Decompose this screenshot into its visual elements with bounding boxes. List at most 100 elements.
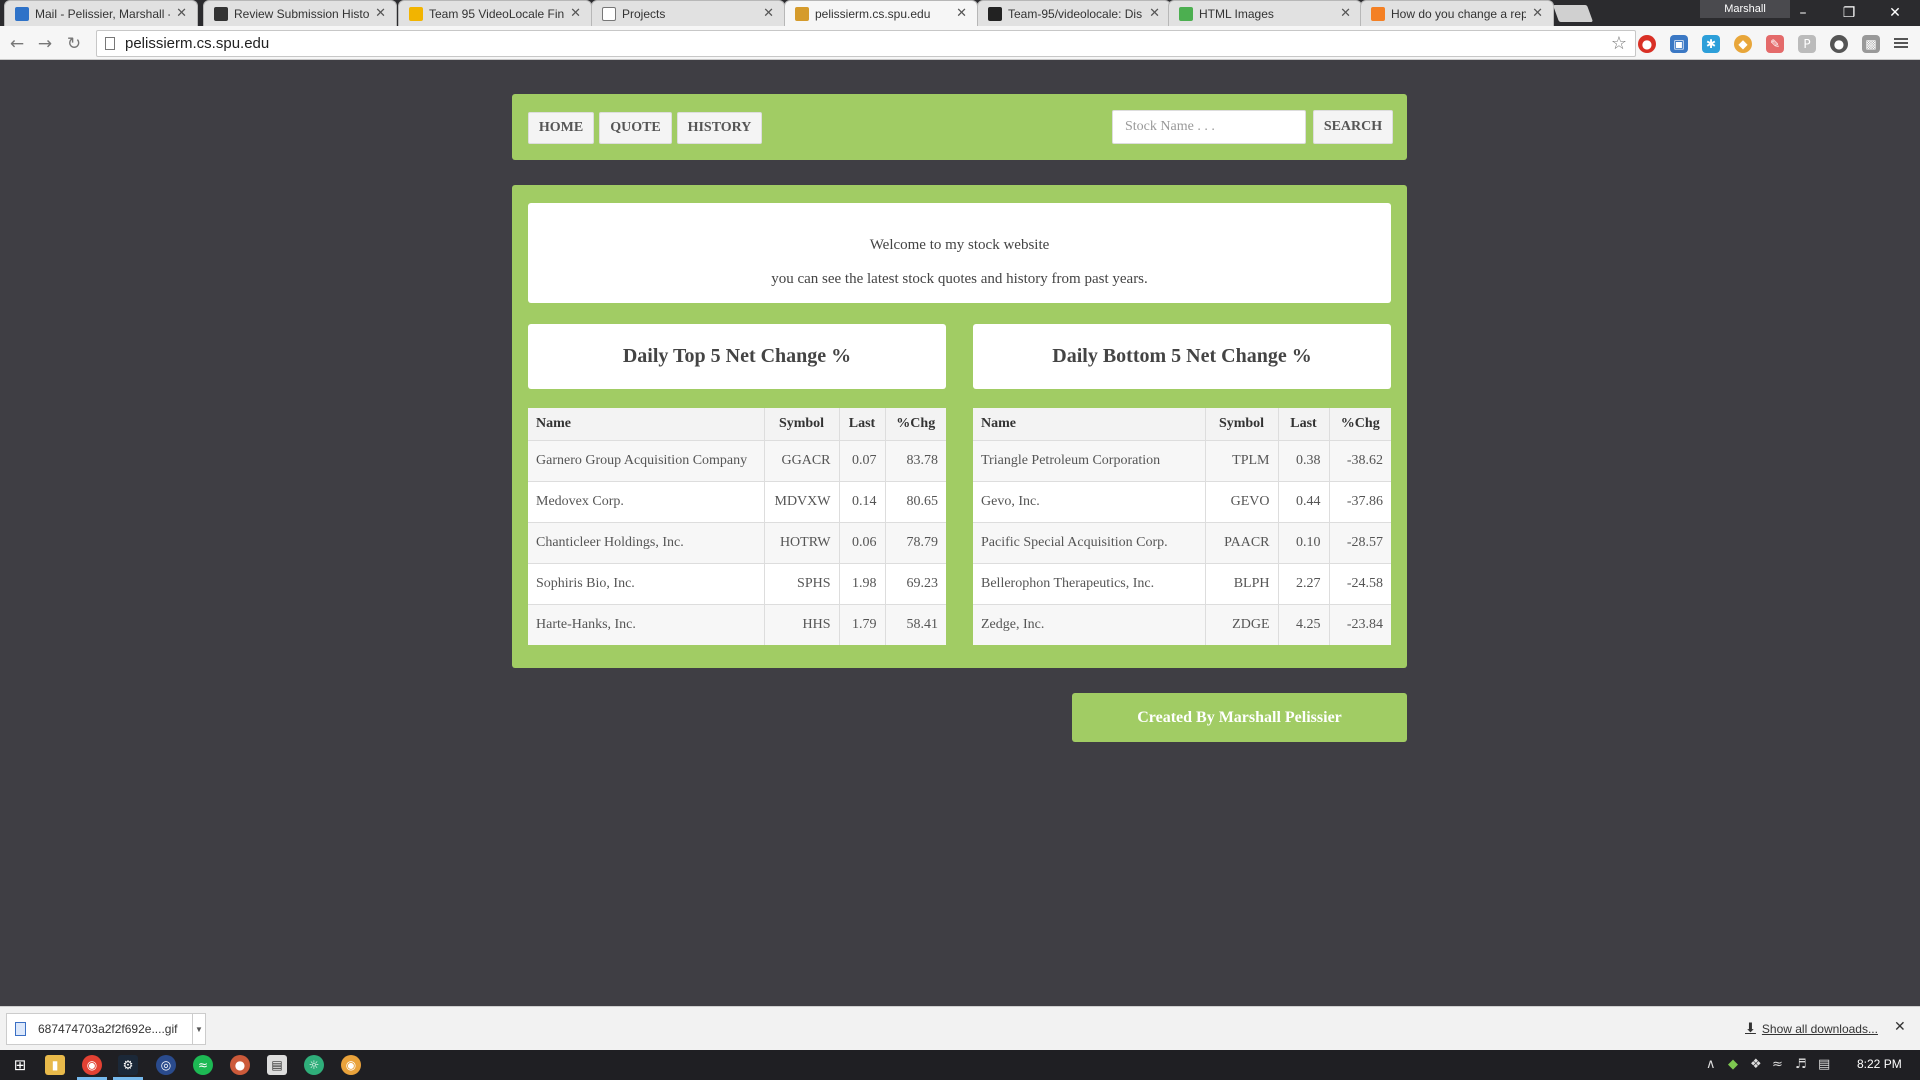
stock-symbol-cell: MDVXW <box>764 481 840 523</box>
color-picker-icon[interactable]: ◆ <box>1734 35 1752 53</box>
chrome-taskbar-icon[interactable]: ◉ <box>82 1055 102 1075</box>
tray-security-icon[interactable]: ◆ <box>1728 1057 1738 1072</box>
chrome-menu-icon[interactable] <box>1892 34 1910 52</box>
browser-tab[interactable]: Team-95/videolocale: Dis ✕ <box>977 0 1171 26</box>
table-row: Medovex Corp. MDVXW 0.14 80.65 <box>528 481 946 523</box>
tab-title: Review Submission Histor <box>234 6 370 21</box>
bookmark-star-icon[interactable]: ☆ <box>1611 33 1627 54</box>
stock-change-cell: -23.84 <box>1329 604 1391 645</box>
tab-close-icon[interactable]: ✕ <box>1149 6 1160 21</box>
browser-tab[interactable]: Team 95 VideoLocale Fina ✕ <box>398 0 592 26</box>
network-icon[interactable]: ✱ <box>1702 35 1720 53</box>
taskbar-clock[interactable]: 8:22 PM <box>1857 1057 1902 1071</box>
download-menu-caret-icon[interactable]: ▼ <box>192 1013 206 1045</box>
tray-expand-icon[interactable]: ∧ <box>1706 1057 1716 1072</box>
stock-change-cell: -38.62 <box>1329 440 1391 482</box>
table-row: Gevo, Inc. GEVO 0.44 -37.86 <box>973 481 1391 523</box>
screen-capture-icon[interactable]: ▣ <box>1670 35 1688 53</box>
close-window-icon[interactable]: ✕ <box>1872 0 1918 26</box>
download-item[interactable]: 687474703a2f2f692e....gif ▼ <box>6 1013 206 1045</box>
extension-icon[interactable]: ● <box>1830 35 1848 53</box>
column-header-last: Last <box>1278 408 1330 441</box>
stock-change-cell: 83.78 <box>885 440 946 482</box>
home-button[interactable]: HOME <box>528 112 594 144</box>
tray-dropbox-icon[interactable]: ❖ <box>1750 1057 1762 1072</box>
new-tab-button[interactable] <box>1552 5 1594 22</box>
quote-button[interactable]: QUOTE <box>599 112 672 144</box>
tab-close-icon[interactable]: ✕ <box>956 6 967 21</box>
history-button[interactable]: HISTORY <box>677 112 762 144</box>
pinterest-icon[interactable]: P <box>1798 35 1816 53</box>
chrome-canary-icon[interactable]: ◉ <box>341 1055 361 1075</box>
adblock-icon[interactable]: ● <box>1638 35 1656 53</box>
stock-name-cell: Triangle Petroleum Corporation <box>973 440 1206 482</box>
w3schools-icon <box>1179 6 1193 21</box>
browser-tab[interactable]: Mail - Pelissier, Marshall - ✕ <box>4 0 198 26</box>
column-header-change: %Chg <box>1329 408 1391 441</box>
table-row: Pacific Special Acquisition Corp. PAACR 0.… <box>973 522 1391 564</box>
wifi-icon[interactable]: ≈ <box>1772 1057 1783 1072</box>
table-row: Triangle Petroleum Corporation TPLM 0.38 -3… <box>973 440 1391 482</box>
volume-icon[interactable]: ♬ <box>1795 1057 1807 1072</box>
cast-icon[interactable]: ▩ <box>1862 35 1880 53</box>
forward-icon[interactable]: → <box>34 33 56 55</box>
show-all-downloads-link[interactable]: ⬇ Show all downloads... <box>1745 1021 1878 1036</box>
stock-symbol-cell: TPLM <box>1205 440 1279 482</box>
address-bar[interactable]: pelissierm.cs.spu.edu ☆ <box>96 30 1636 57</box>
stock-symbol-cell: HHS <box>764 604 840 645</box>
chat-app-icon[interactable]: ☼ <box>304 1055 324 1075</box>
stock-last-cell: 1.98 <box>839 563 886 605</box>
stock-last-cell: 0.10 <box>1278 522 1330 564</box>
stock-change-cell: 80.65 <box>885 481 946 523</box>
stock-change-cell: -24.58 <box>1329 563 1391 605</box>
download-shelf: 687474703a2f2f692e....gif ▼ ⬇ Show all d… <box>0 1006 1920 1050</box>
stock-name-cell: Bellerophon Therapeutics, Inc. <box>973 563 1206 605</box>
stock-change-cell: 69.23 <box>885 563 946 605</box>
windows-start-icon[interactable]: ⊞ <box>10 1055 30 1075</box>
browser-tab[interactable]: HTML Images ✕ <box>1168 0 1362 26</box>
browser-tab[interactable]: pelissierm.cs.spu.edu ✕ <box>784 0 978 26</box>
stock-symbol-cell: GGACR <box>764 440 840 482</box>
pdf-icon[interactable]: ✎ <box>1766 35 1784 53</box>
game-app-icon[interactable]: ● <box>230 1055 250 1075</box>
stock-search-input[interactable]: Stock Name . . . <box>1112 110 1306 144</box>
back-icon[interactable]: ← <box>6 33 28 55</box>
welcome-heading: Welcome to my stock website <box>869 237 1050 253</box>
reload-icon[interactable]: ↻ <box>63 33 85 55</box>
tab-close-icon[interactable]: ✕ <box>1532 6 1543 21</box>
notes-app-icon[interactable]: ▤ <box>267 1055 287 1075</box>
page-info-icon[interactable] <box>105 37 115 50</box>
stock-last-cell: 0.14 <box>839 481 886 523</box>
table-row: Garnero Group Acquisition Company GGACR 0.… <box>528 440 946 482</box>
stock-symbol-cell: GEVO <box>1205 481 1279 523</box>
spotify-icon[interactable]: ≈ <box>193 1055 213 1075</box>
main-panel: Welcome to my stock website you can see … <box>512 185 1407 668</box>
app-icon[interactable]: ◎ <box>156 1055 176 1075</box>
notifications-icon[interactable]: ▤ <box>1818 1057 1830 1072</box>
tab-close-icon[interactable]: ✕ <box>375 6 386 21</box>
table-row: Harte-Hanks, Inc. HHS 1.79 58.41 <box>528 604 946 645</box>
close-shelf-icon[interactable]: ✕ <box>1894 1019 1906 1035</box>
tab-title: pelissierm.cs.spu.edu <box>815 6 931 21</box>
bottom-movers-title: Daily Bottom 5 Net Change % <box>973 324 1391 389</box>
tab-close-icon[interactable]: ✕ <box>763 6 774 21</box>
browser-tab[interactable]: Projects ✕ <box>591 0 785 26</box>
minimize-icon[interactable]: – <box>1780 0 1826 26</box>
stock-last-cell: 0.44 <box>1278 481 1330 523</box>
tab-close-icon[interactable]: ✕ <box>176 6 187 21</box>
profile-button[interactable]: Marshall <box>1700 0 1790 18</box>
browser-tab[interactable]: How do you change a rep ✕ <box>1360 0 1554 26</box>
column-header-last: Last <box>839 408 886 441</box>
browser-tab[interactable]: Review Submission Histor ✕ <box>203 0 397 26</box>
restore-icon[interactable]: ❐ <box>1826 0 1872 26</box>
profile-name: Marshall <box>1724 3 1766 15</box>
tab-title: How do you change a rep <box>1391 6 1527 21</box>
tab-close-icon[interactable]: ✕ <box>1340 6 1351 21</box>
tab-title: HTML Images <box>1199 6 1274 21</box>
stock-symbol-cell: HOTRW <box>764 522 840 564</box>
file-explorer-icon[interactable]: ▮ <box>45 1055 65 1075</box>
search-button[interactable]: SEARCH <box>1313 110 1393 144</box>
tab-close-icon[interactable]: ✕ <box>570 6 581 21</box>
steam-icon[interactable]: ⚙ <box>118 1055 138 1075</box>
browser-tab-strip: Mail - Pelissier, Marshall - ✕ Review Subm… <box>0 0 1920 26</box>
